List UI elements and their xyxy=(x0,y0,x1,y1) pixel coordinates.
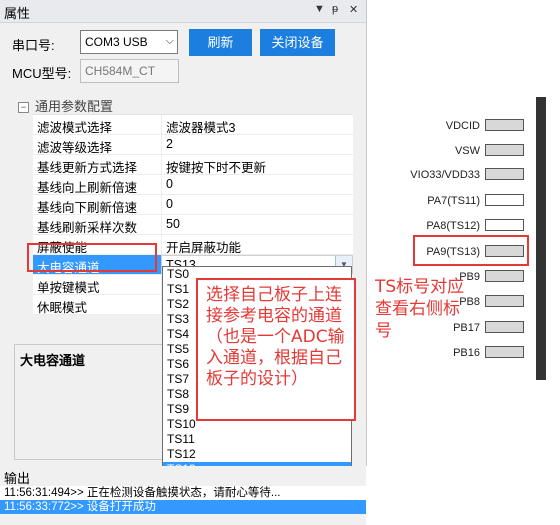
pin-label: PA7(TS11) xyxy=(427,195,480,207)
pin-pad xyxy=(485,321,524,333)
pin-label: VDCID xyxy=(445,120,480,132)
pin-annotation-text: TS标号对应查看右侧标号 xyxy=(375,277,465,341)
pin-label: VIO33/VDD33 xyxy=(410,169,480,181)
pin-pad xyxy=(485,295,524,307)
pin-pad xyxy=(485,194,524,206)
pin-label: VSW xyxy=(454,145,480,157)
pin-pad xyxy=(485,346,524,358)
pin-pad xyxy=(485,219,524,231)
chip-body xyxy=(536,97,546,380)
pin-highlight-box xyxy=(413,235,529,266)
pin-pad xyxy=(485,119,524,131)
pin-pad xyxy=(485,270,524,282)
pin-pad xyxy=(485,168,524,180)
pin-pad xyxy=(485,144,524,156)
pin-label: PA8(TS12) xyxy=(426,220,480,232)
pin-label: PB16 xyxy=(453,347,480,359)
